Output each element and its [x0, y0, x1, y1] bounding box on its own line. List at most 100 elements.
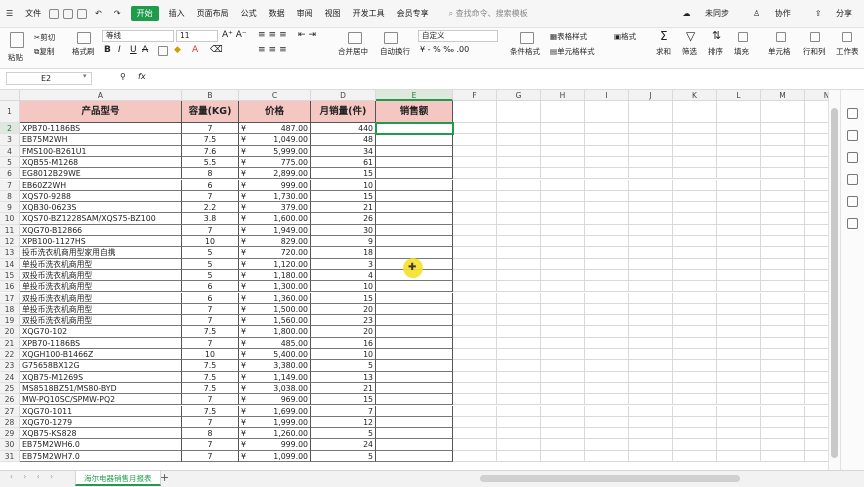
grid-cell[interactable]	[541, 360, 585, 372]
grid-cell[interactable]	[673, 303, 717, 316]
header-cell-model[interactable]: 产品型号	[20, 101, 182, 123]
cell-revenue[interactable]	[376, 360, 453, 372]
cell-icon[interactable]	[776, 32, 786, 42]
grid-cell[interactable]	[629, 382, 673, 395]
grid-cell[interactable]	[541, 123, 585, 135]
grid-cell[interactable]	[717, 337, 761, 349]
grid-cell[interactable]	[761, 258, 805, 270]
tab-formula[interactable]: 公式	[235, 8, 263, 19]
grid-cell[interactable]	[717, 247, 761, 259]
grid-cell[interactable]	[585, 134, 629, 146]
cell-model[interactable]: EG8012B29WE	[20, 168, 182, 180]
grid-cell[interactable]	[629, 145, 673, 157]
grid-cell[interactable]	[541, 202, 585, 214]
grid-cell[interactable]	[673, 360, 717, 372]
cell-revenue[interactable]	[376, 179, 453, 191]
cell-revenue[interactable]	[376, 303, 453, 316]
grid-cell[interactable]	[585, 292, 629, 304]
grid-cell[interactable]	[761, 202, 805, 214]
cell-monthly-sales[interactable]: 10	[311, 179, 376, 191]
cell-capacity[interactable]: 5	[182, 247, 239, 259]
cell-capacity[interactable]: 5	[182, 269, 239, 282]
grid-cell[interactable]	[497, 123, 541, 135]
row-header[interactable]: 14	[0, 258, 20, 270]
grid-cell[interactable]	[805, 157, 828, 169]
cell-revenue[interactable]	[376, 405, 453, 417]
cell-model[interactable]: MW-PQ10SC/SPMW-PQ2	[20, 394, 182, 406]
grid-cell[interactable]	[673, 179, 717, 191]
grid-cell[interactable]	[629, 303, 673, 316]
row-header[interactable]: 23	[0, 360, 20, 372]
cell-monthly-sales[interactable]: 15	[311, 168, 376, 180]
cell-monthly-sales[interactable]: 5	[311, 360, 376, 372]
conditional-format-icon[interactable]	[520, 32, 534, 44]
grid-cell[interactable]	[673, 258, 717, 270]
grid-cell[interactable]	[541, 247, 585, 259]
cell-capacity[interactable]: 7.5	[182, 326, 239, 338]
function-icon[interactable]: fx	[138, 72, 146, 81]
spreadsheet-grid[interactable]: A B C D E F G H I J K L M N 1 产品型号 容量(KG) 价格 月销量(件) 销售额 2 XPB…	[0, 90, 828, 470]
cell-model[interactable]: EB75M2WH7.0	[20, 450, 182, 462]
cell-revenue[interactable]	[376, 416, 453, 429]
grid-cell[interactable]	[541, 101, 585, 123]
grid-cell[interactable]	[585, 405, 629, 417]
tab-developer[interactable]: 开发工具	[347, 8, 391, 19]
cell-monthly-sales[interactable]: 15	[311, 394, 376, 406]
grid-cell[interactable]	[453, 337, 497, 349]
grid-cell[interactable]	[673, 315, 717, 327]
grid-cell[interactable]	[761, 292, 805, 304]
grid-cell[interactable]	[761, 156, 805, 169]
tab-review[interactable]: 审阅	[291, 8, 319, 19]
header-cell-capacity[interactable]: 容量(KG)	[182, 101, 239, 123]
grid-cell[interactable]	[805, 134, 828, 146]
grid-cell[interactable]	[673, 439, 717, 451]
cell-monthly-sales[interactable]: 18	[311, 247, 376, 259]
column-header[interactable]: E	[376, 90, 453, 101]
cell-capacity[interactable]: 3.8	[182, 213, 239, 225]
paste-icon[interactable]	[10, 32, 24, 48]
grid-cell[interactable]	[673, 247, 717, 259]
grid-cell[interactable]	[761, 179, 805, 191]
grid-cell[interactable]	[805, 304, 828, 316]
cell-monthly-sales[interactable]: 30	[311, 224, 376, 236]
cell-monthly-sales[interactable]: 15	[311, 190, 376, 203]
font-color-icon[interactable]: A	[192, 45, 198, 55]
grid-cell[interactable]	[585, 337, 629, 349]
cell-revenue[interactable]	[376, 292, 453, 304]
grid-cell[interactable]	[585, 101, 629, 123]
grid-cell[interactable]	[805, 372, 828, 383]
grid-cell[interactable]	[761, 394, 805, 406]
cell-monthly-sales[interactable]: 24	[311, 439, 376, 451]
grid-cell[interactable]	[585, 269, 629, 282]
grid-cell[interactable]	[541, 326, 585, 338]
grid-cell[interactable]	[805, 123, 828, 135]
grid-cell[interactable]	[453, 371, 497, 383]
grid-cell[interactable]	[717, 224, 761, 236]
grid-cell[interactable]	[497, 202, 541, 214]
grid-cell[interactable]	[497, 382, 541, 395]
grid-cell[interactable]	[497, 156, 541, 169]
column-header[interactable]: L	[717, 90, 761, 101]
cell-capacity[interactable]: 7	[182, 123, 239, 135]
cell-capacity[interactable]: 2.2	[182, 202, 239, 214]
cell-price[interactable]: ¥720.00	[239, 247, 311, 259]
grid-cell[interactable]	[541, 303, 585, 316]
row-header[interactable]: 6	[0, 168, 20, 180]
cell-capacity[interactable]: 7	[182, 315, 239, 327]
grid-cell[interactable]	[497, 224, 541, 236]
grid-cell[interactable]	[497, 179, 541, 191]
table-style-button[interactable]: ▦表格样式	[550, 31, 587, 42]
hamburger-menu-icon[interactable]: ☰	[0, 9, 19, 18]
grid-cell[interactable]	[717, 394, 761, 406]
grid-cell[interactable]	[805, 180, 828, 191]
column-header[interactable]: I	[585, 90, 629, 101]
cell-price[interactable]: ¥1,500.00	[239, 303, 311, 316]
grid-cell[interactable]	[629, 190, 673, 203]
row-header[interactable]: 18	[0, 303, 20, 316]
grid-cell[interactable]	[805, 236, 828, 248]
grid-cell[interactable]	[453, 303, 497, 316]
cell-model[interactable]: XQGH100-B1466Z	[20, 349, 182, 361]
save-icon[interactable]	[49, 8, 60, 19]
grid-cell[interactable]	[453, 190, 497, 203]
grid-cell[interactable]	[761, 349, 805, 361]
